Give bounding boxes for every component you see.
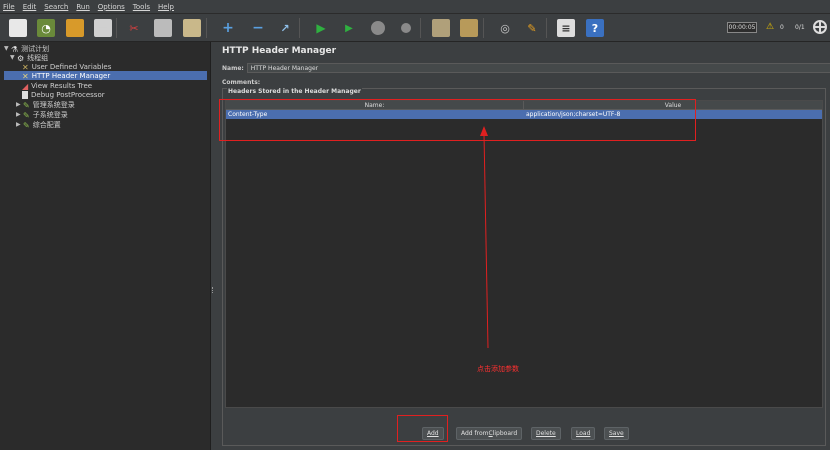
- page-title: HTTP Header Manager: [222, 46, 337, 56]
- menu-tools[interactable]: Tools: [133, 3, 150, 11]
- start-no-pause-icon[interactable]: ▶: [340, 19, 358, 37]
- reset-search-icon[interactable]: ✎: [523, 19, 541, 37]
- collapse-arrow-icon[interactable]: ▶: [16, 111, 23, 118]
- active-threads: 0/1: [795, 24, 805, 31]
- tree-node-controller-2[interactable]: ▶ ✎ 子系统登录: [16, 110, 68, 120]
- comments-label: Comments:: [222, 79, 261, 86]
- add-from-clipboard-button[interactable]: Add from Clipboard: [456, 427, 523, 440]
- open-icon[interactable]: [66, 19, 84, 37]
- stop-icon[interactable]: [369, 19, 387, 37]
- menu-run[interactable]: Run: [76, 3, 89, 11]
- name-row: Name:: [222, 63, 830, 73]
- toggle-icon[interactable]: ↗: [276, 19, 294, 37]
- templates-icon[interactable]: ◔: [37, 19, 55, 37]
- highlight-box-add-button: [397, 415, 448, 442]
- paste-icon[interactable]: [183, 19, 201, 37]
- collapse-arrow-icon[interactable]: ▶: [16, 101, 23, 108]
- menu-edit[interactable]: Edit: [23, 3, 37, 11]
- function-helper-icon[interactable]: ≡: [557, 19, 575, 37]
- help-icon[interactable]: ?: [586, 19, 604, 37]
- wrench-icon: ✕: [22, 62, 29, 72]
- menu-options[interactable]: Options: [98, 3, 125, 11]
- annotation-text: 点击添加参数: [477, 365, 519, 373]
- tree-node-controller-1[interactable]: ▶ ✎ 管理系统登录: [16, 100, 75, 110]
- clear-all-icon[interactable]: [460, 19, 478, 37]
- start-icon[interactable]: ▶: [312, 19, 330, 37]
- new-icon[interactable]: [9, 19, 27, 37]
- annotation-arrow-icon: [480, 126, 489, 349]
- document-icon: [22, 90, 28, 99]
- pencil-icon: ✎: [23, 120, 30, 130]
- name-label: Name:: [222, 64, 244, 72]
- headers-table: Name: Value Content-Type application/jso…: [225, 100, 823, 408]
- tree-node-controller-3[interactable]: ▶ ✎ 综合配置: [16, 120, 61, 130]
- clear-icon[interactable]: [432, 19, 450, 37]
- chart-icon: ◢: [22, 81, 29, 91]
- tree-node-http-header-manager[interactable]: ✕ HTTP Header Manager: [4, 71, 207, 81]
- expand-arrow-icon[interactable]: ▼: [10, 54, 17, 61]
- headers-group-title: Headers Stored in the Header Manager: [227, 88, 362, 95]
- collapse-icon[interactable]: −: [249, 19, 267, 37]
- load-button[interactable]: Load: [571, 427, 596, 440]
- tree-node-debug-postprocessor[interactable]: Debug PostProcessor: [22, 90, 105, 99]
- warning-count: 0: [780, 24, 784, 31]
- copy-icon[interactable]: [154, 19, 172, 37]
- menu-bar: File Edit Search Run Options Tools Help: [0, 0, 830, 14]
- pencil-icon: ✎: [23, 110, 30, 120]
- menu-help[interactable]: Help: [158, 3, 174, 11]
- pencil-icon: ✎: [23, 100, 30, 110]
- tree-node-view-results-tree[interactable]: ◢ View Results Tree: [22, 81, 92, 91]
- shutdown-icon[interactable]: [397, 19, 415, 37]
- toolbar: ◔ ▭ ✂ + − ↗ ▶ ▶ ◎ ✎ ≡ ? 00:00:05 ⚠ 0 0/1: [0, 14, 830, 42]
- save-button[interactable]: Save: [604, 427, 629, 440]
- wrench-icon: ✕: [22, 71, 29, 81]
- delete-button[interactable]: Delete: [531, 427, 561, 440]
- remote-globe-icon[interactable]: [813, 20, 827, 34]
- cut-icon[interactable]: ✂: [125, 19, 143, 37]
- name-field[interactable]: [246, 63, 830, 73]
- expand-icon[interactable]: +: [219, 19, 237, 37]
- collapse-arrow-icon[interactable]: ▶: [16, 121, 23, 128]
- highlight-box-table-row: [219, 99, 696, 141]
- tree-node-thread-group[interactable]: ▼ ⚙ 线程组: [10, 53, 48, 63]
- test-plan-tree: ▼ ⚗ 测试计划 ▼ ⚙ 线程组 ✕ User Defined Variable…: [0, 42, 211, 450]
- search-icon[interactable]: ◎: [496, 19, 514, 37]
- test-plan-icon: ⚗: [11, 44, 19, 54]
- gear-icon: ⚙: [17, 53, 25, 63]
- menu-file[interactable]: File: [3, 3, 15, 11]
- tree-node-user-defined-variables[interactable]: ✕ User Defined Variables: [22, 62, 111, 72]
- elapsed-timer: 00:00:05: [727, 22, 757, 33]
- save-icon[interactable]: ▭: [94, 19, 112, 37]
- warning-icon[interactable]: ⚠: [766, 22, 774, 32]
- menu-search[interactable]: Search: [44, 3, 68, 11]
- button-bar: Add Add from Clipboard Delete Load Save: [223, 423, 827, 443]
- headers-group: Headers Stored in the Header Manager Nam…: [222, 88, 826, 446]
- expand-arrow-icon[interactable]: ▼: [4, 45, 11, 52]
